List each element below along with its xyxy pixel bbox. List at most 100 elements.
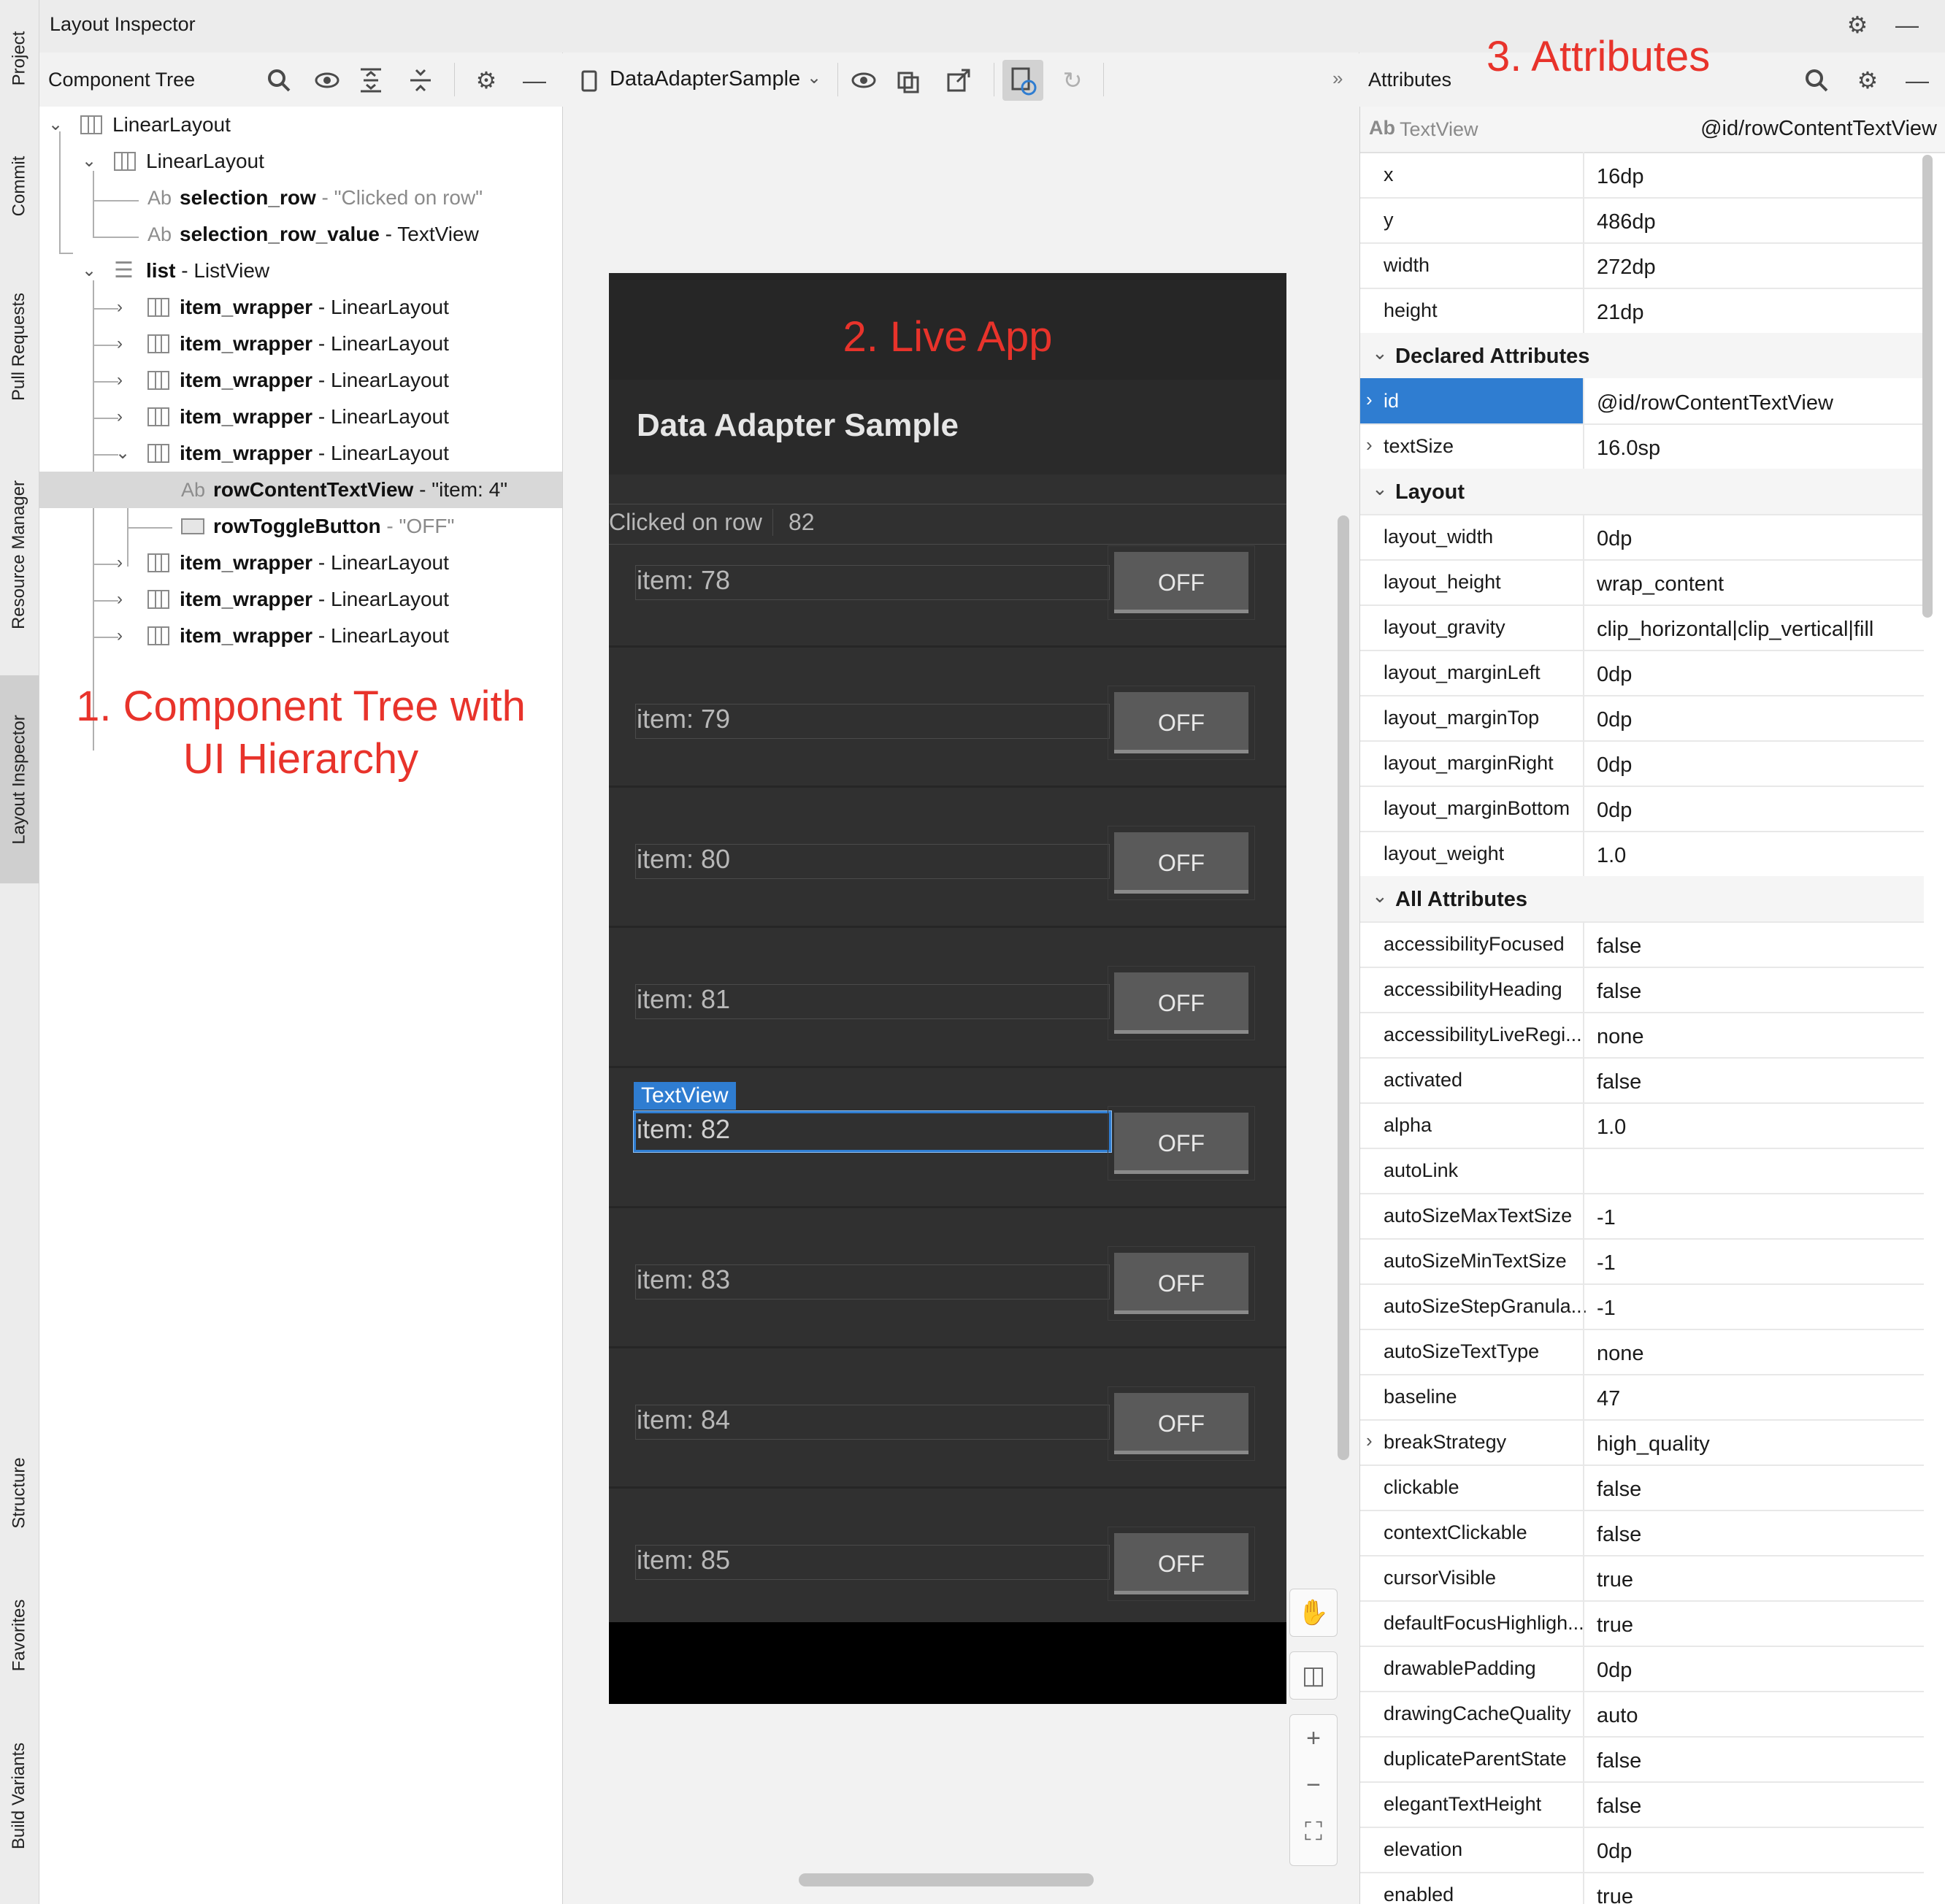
attribute-row[interactable]: accessibilityLiveRegi... none [1360,1012,1924,1059]
attribute-row[interactable]: baseline 47 [1360,1374,1924,1421]
tree-row[interactable]: › item_wrapper - LinearLayout [39,362,562,399]
tree-row[interactable]: › item_wrapper - LinearLayout [39,581,562,618]
attribute-row[interactable]: autoSizeMinTextSize -1 [1360,1238,1924,1285]
attribute-row[interactable]: autoSizeTextType none [1360,1329,1924,1375]
attribute-row[interactable]: drawingCacheQuality auto [1360,1691,1924,1738]
attribute-row[interactable]: layout_marginRight 0dp [1360,740,1924,787]
toggle-button[interactable]: OFF [1108,1246,1255,1321]
section-declared-attributes[interactable]: ⌄ Declared Attributes [1360,333,1924,380]
attribute-row[interactable]: duplicateParentState false [1360,1736,1924,1783]
vertical-scrollbar[interactable] [1338,515,1349,1460]
attribute-row[interactable]: layout_marginBottom 0dp [1360,786,1924,832]
toggle-button[interactable]: OFF [1108,1106,1255,1181]
attribute-row[interactable]: autoLink [1360,1148,1924,1194]
tool-tab-layout-inspector[interactable]: Layout Inspector [0,675,39,883]
pan-button[interactable]: ✋ [1289,1589,1338,1637]
attribute-value[interactable]: 0dp [1597,1840,1632,1864]
attribute-value[interactable]: high_quality [1597,1432,1710,1456]
tree-row[interactable]: › item_wrapper - LinearLayout [39,545,562,581]
section-layout[interactable]: ⌄ Layout [1360,469,1924,515]
attribute-row[interactable]: height 21dp [1360,288,1924,334]
attribute-value[interactable]: false [1597,1794,1641,1819]
list-item[interactable]: item: 84 OFF [609,1348,1286,1489]
export-icon[interactable] [945,67,972,93]
tree-row[interactable]: ⌄ LinearLayout [39,143,562,180]
chevron-down-icon[interactable]: ⌄ [1372,477,1388,500]
attribute-row[interactable]: layout_marginTop 0dp [1360,695,1924,742]
zoom-in-icon[interactable]: + [1290,1715,1337,1762]
attribute-row[interactable]: layout_weight 1.0 [1360,831,1924,878]
section-all-attributes[interactable]: ⌄ All Attributes [1360,876,1924,923]
chevron-down-icon[interactable]: ⌄ [1372,885,1388,907]
attribute-value[interactable]: false [1597,934,1641,959]
expand-all-icon[interactable] [358,67,384,93]
tree-row[interactable]: ⌄ item_wrapper - LinearLayout [39,435,562,472]
layers-icon[interactable]: ◫ [1290,1652,1337,1699]
tree-row[interactable]: › item_wrapper - LinearLayout [39,289,562,326]
attribute-row[interactable]: contextClickable false [1360,1510,1924,1556]
attribute-value[interactable]: false [1597,1478,1641,1502]
chevron-right-icon[interactable]: › [117,326,131,353]
attribute-value[interactable]: 0dp [1597,753,1632,778]
attribute-value[interactable]: none [1597,1025,1644,1049]
attribute-value[interactable]: 0dp [1597,527,1632,551]
fit-screen-icon[interactable]: ⛶ [1290,1808,1337,1855]
attribute-value[interactable]: 16.0sp [1597,437,1660,461]
toggle-button[interactable]: OFF [1108,1386,1255,1461]
search-icon[interactable] [266,67,292,93]
attribute-value[interactable]: 0dp [1597,1659,1632,1683]
list-item[interactable]: item: 79 OFF [609,647,1286,788]
attribute-row[interactable]: accessibilityHeading false [1360,967,1924,1013]
chevron-down-icon[interactable]: ⌄ [115,435,130,463]
attribute-row[interactable]: drawablePadding 0dp [1360,1646,1924,1692]
chevron-down-icon[interactable]: ⌄ [1372,342,1388,364]
tree-row[interactable]: › item_wrapper - LinearLayout [39,399,562,435]
attribute-value[interactable]: clip_horizontal|clip_vertical|fill [1597,618,1873,642]
chevron-down-icon[interactable]: ⌄ [48,107,63,134]
attribute-value[interactable]: 1.0 [1597,1116,1626,1140]
attribute-value[interactable]: false [1597,980,1641,1004]
attribute-row[interactable]: autoSizeStepGranula... -1 [1360,1283,1924,1330]
attribute-row[interactable]: elevation 0dp [1360,1827,1924,1873]
attribute-value[interactable]: 16dp [1597,165,1644,189]
chevron-right-icon[interactable]: › [117,399,131,426]
overflow-icon[interactable]: » [1332,67,1343,90]
attribute-value[interactable]: -1 [1597,1297,1616,1321]
attribute-value[interactable]: 1.0 [1597,844,1626,868]
attribute-value[interactable]: false [1597,1749,1641,1773]
attribute-value[interactable]: 0dp [1597,799,1632,823]
attribute-value[interactable]: none [1597,1342,1644,1366]
attribute-value[interactable]: 21dp [1597,301,1644,325]
collapse-all-icon[interactable] [407,67,434,93]
list-item-selected[interactable]: TextView item: 82 OFF [609,1067,1286,1208]
tool-tab-structure[interactable]: Structure [0,1431,39,1555]
attribute-value[interactable]: -1 [1597,1206,1616,1230]
tree-row-selected[interactable]: Ab rowContentTextView - "item: 4" [39,472,562,508]
attribute-row[interactable]: autoSizeMaxTextSize -1 [1360,1193,1924,1240]
attribute-value[interactable]: 486dp [1597,210,1656,234]
snapshot-icon[interactable] [896,67,922,93]
attribute-row[interactable]: width 272dp [1360,242,1924,289]
attribute-value[interactable]: 0dp [1597,663,1632,687]
attribute-value[interactable]: false [1597,1523,1641,1547]
attribute-value[interactable]: 272dp [1597,256,1656,280]
chevron-right-icon[interactable]: › [117,289,131,317]
attribute-row[interactable]: › textSize 16.0sp [1360,423,1924,470]
tool-tab-pull-requests[interactable]: Pull Requests [0,270,39,423]
attribute-row[interactable]: elegantTextHeight false [1360,1781,1924,1828]
chevron-right-icon[interactable]: › [117,362,131,390]
attribute-value[interactable]: auto [1597,1704,1638,1728]
toggle-button[interactable]: OFF [1108,826,1255,900]
tree-row[interactable]: ⌄ LinearLayout [39,107,562,143]
attribute-row[interactable]: activated false [1360,1057,1924,1104]
attribute-value[interactable]: true [1597,1885,1633,1904]
toggle-button[interactable]: OFF [1108,545,1255,620]
attribute-row[interactable]: alpha 1.0 [1360,1102,1924,1149]
tool-tab-favorites[interactable]: Favorites [0,1577,39,1694]
attribute-row[interactable]: layout_marginLeft 0dp [1360,650,1924,696]
layer-spacing-button[interactable]: ◫ [1289,1651,1338,1700]
gear-icon[interactable]: ⚙ [1844,12,1871,38]
attribute-row[interactable]: layout_height wrap_content [1360,559,1924,606]
tool-tab-build-variants[interactable]: Build Variants [0,1723,39,1869]
tool-tab-resource-manager[interactable]: Resource Manager [0,453,39,657]
